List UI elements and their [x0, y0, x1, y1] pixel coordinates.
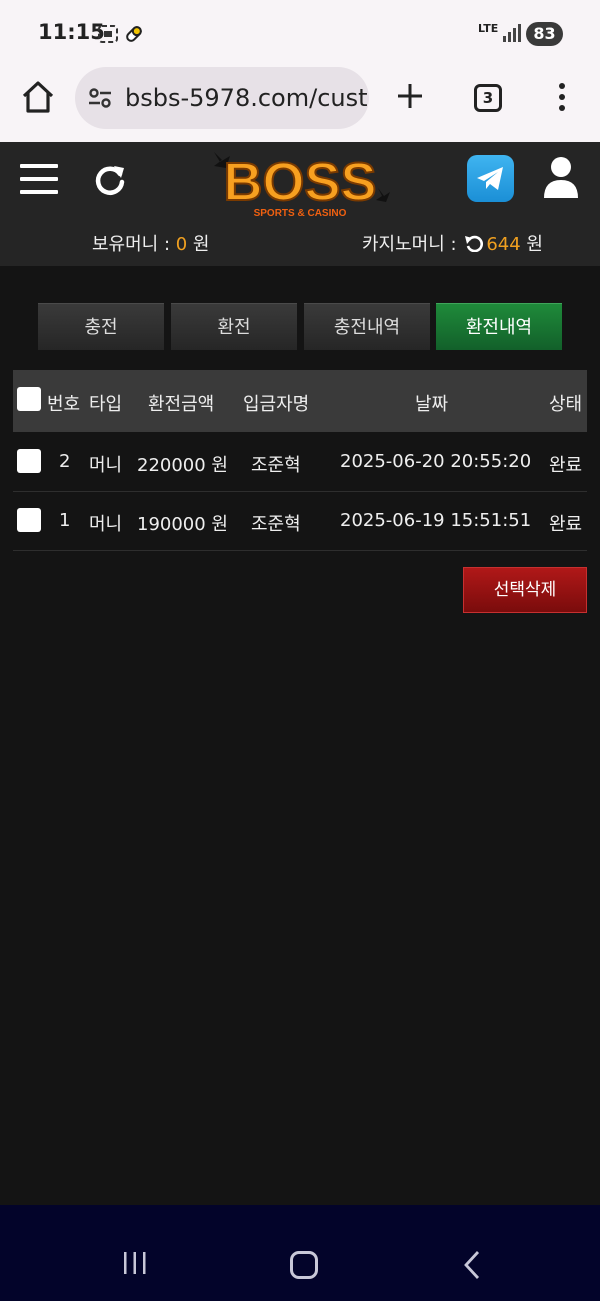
row-checkbox[interactable]	[17, 449, 41, 473]
tab-switcher-button[interactable]: 3	[474, 84, 502, 112]
row-no: 2	[59, 451, 71, 472]
site-settings-icon[interactable]	[87, 85, 113, 111]
lte-indicator: LTE	[478, 22, 499, 35]
tab-deposit[interactable]: 충전	[38, 303, 164, 350]
recent-apps-icon[interactable]	[122, 1251, 148, 1277]
system-nav-bar	[0, 1205, 600, 1301]
row-depositor: 조준혁	[251, 455, 301, 476]
table-row: 1 머니 190000 원 조준혁 2025-06-19 15:51:51 완료	[13, 491, 587, 551]
address-bar[interactable]: bsbs-5978.com/cust	[75, 67, 369, 129]
refresh-icon[interactable]	[92, 162, 128, 198]
status-time: 11:15	[38, 20, 105, 44]
row-amount: 190000 원	[137, 514, 228, 535]
row-date: 2025-06-19 15:51:51	[340, 510, 532, 531]
status-bar: 11:15 LTE 83	[0, 0, 600, 66]
header-no: 번호	[47, 394, 81, 415]
home-icon[interactable]	[20, 80, 56, 114]
new-tab-icon[interactable]	[396, 82, 424, 110]
header-status: 상태	[549, 394, 583, 415]
battery-indicator: 83	[526, 22, 563, 46]
row-checkbox[interactable]	[17, 508, 41, 532]
home-nav-icon[interactable]	[290, 1251, 318, 1279]
row-no: 1	[59, 510, 71, 531]
browser-toolbar: bsbs-5978.com/cust 3	[0, 66, 600, 142]
header-type: 타입	[89, 394, 123, 415]
row-type: 머니	[89, 455, 123, 476]
hamburger-menu-icon[interactable]	[20, 164, 58, 196]
site-header: BOSS SPORTS & CASINO 보유머니 : 0 원 카지노머니 : …	[0, 142, 600, 266]
telegram-button[interactable]	[467, 155, 514, 202]
balance-unit: 원	[187, 234, 210, 255]
select-all-checkbox[interactable]	[17, 387, 41, 411]
svg-text:SPORTS & CASINO: SPORTS & CASINO	[254, 208, 347, 219]
casino-balance-unit: 원	[520, 234, 543, 255]
tab-deposit-history[interactable]: 충전내역	[304, 303, 430, 350]
delete-selected-button[interactable]: 선택삭제	[463, 567, 587, 613]
balance-value: 0	[175, 234, 188, 255]
balance-display: 보유머니 : 0 원	[92, 230, 210, 256]
svg-text:BOSS: BOSS	[223, 152, 376, 212]
user-icon[interactable]	[542, 156, 580, 198]
table-row: 2 머니 220000 원 조준혁 2025-06-20 20:55:20 완료	[13, 432, 587, 492]
header-depositor: 입금자명	[243, 394, 310, 415]
more-menu-icon[interactable]	[552, 82, 572, 112]
table-header: 번호 타입 환전금액 입금자명 날짜 상태	[13, 370, 587, 432]
row-type: 머니	[89, 514, 123, 535]
row-depositor: 조준혁	[251, 514, 301, 535]
reload-balance-icon[interactable]	[464, 234, 484, 252]
casino-balance-display: 카지노머니 : 644 원	[362, 230, 543, 256]
row-date: 2025-06-20 20:55:20	[340, 451, 532, 472]
header-date: 날짜	[415, 394, 449, 415]
pill-icon	[126, 26, 142, 42]
url-text: bsbs-5978.com/cust	[125, 84, 368, 112]
screenshot-icon	[98, 25, 118, 43]
casino-balance-value: 644	[486, 234, 521, 255]
casino-balance-label: 카지노머니 :	[362, 234, 463, 255]
header-amount: 환전금액	[148, 394, 215, 415]
row-amount: 220000 원	[137, 455, 228, 476]
telegram-icon	[477, 167, 503, 190]
tab-withdraw[interactable]: 환전	[171, 303, 297, 350]
balance-label: 보유머니 :	[92, 234, 176, 255]
row-status: 완료	[549, 514, 583, 535]
back-icon[interactable]	[462, 1250, 482, 1280]
signal-icon	[503, 24, 521, 42]
tab-withdraw-history[interactable]: 환전내역	[436, 303, 562, 350]
boss-logo[interactable]: BOSS SPORTS & CASINO	[208, 148, 392, 220]
row-status: 완료	[549, 455, 583, 476]
